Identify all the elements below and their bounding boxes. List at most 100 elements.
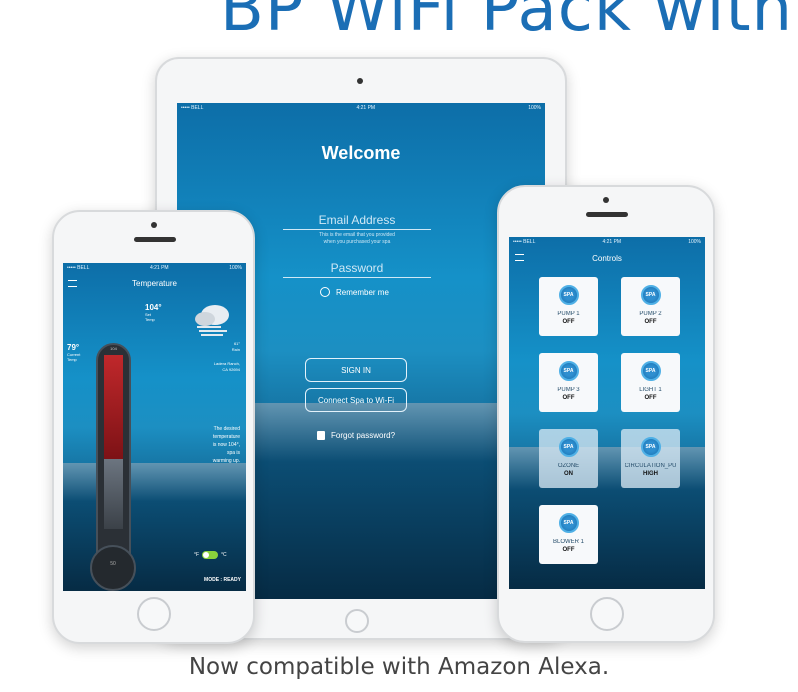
right-phone-speaker [586, 212, 628, 217]
status-time: 4:21 PM [149, 265, 169, 271]
thermometer-fill [104, 355, 123, 459]
toggle-knob [203, 552, 210, 558]
thermometer[interactable]: 104 [96, 343, 131, 573]
control-blower-1[interactable]: SPA BLOWER 1 OFF [539, 505, 598, 564]
spa-icon: SPA [558, 361, 579, 381]
password-field[interactable]: Password [283, 261, 431, 278]
left-phone-screen: ••••• BELL 4:21 PM 100% Temperature 104 … [63, 263, 246, 591]
tablet-camera [357, 78, 363, 84]
spa-icon: SPA [558, 437, 579, 457]
desired-temp-message: The desired temperature is now 104°, spa… [213, 425, 240, 465]
control-name: OZONE [557, 463, 580, 469]
toggle-switch[interactable] [202, 551, 219, 559]
cloud-icon [191, 299, 235, 337]
message-line: temperature [213, 434, 240, 440]
set-temp-label: Temp [145, 317, 155, 322]
spa-icon: SPA [640, 437, 661, 457]
email-hint-line: This is the email that you provided [319, 232, 395, 238]
control-light-1[interactable]: SPA LIGHT 1 OFF [621, 353, 680, 412]
message-line: The desired [213, 426, 240, 432]
caption: Now compatible with Amazon Alexa. [188, 654, 610, 680]
tablet-home-button[interactable] [345, 609, 369, 633]
status-carrier: ••••• BELL [513, 239, 536, 245]
message-line: spa is [226, 450, 240, 456]
header-title: BP WiFi Pack with Sp [220, 0, 798, 46]
thermometer-bulb: 50 [90, 545, 136, 591]
fahrenheit-icon: °F [194, 552, 200, 558]
spa-icon: SPA [640, 285, 661, 305]
thermometer-top-tick: 104 [110, 346, 117, 351]
right-status-bar: ••••• BELL 4:21 PM 100% [509, 237, 705, 247]
weather-info: 61° Rain [232, 341, 240, 353]
control-name: LIGHT 1 [639, 387, 662, 393]
spa-icon: SPA [558, 513, 579, 533]
temperature-title: Temperature [132, 279, 177, 288]
mode-toggle[interactable]: °F °C [194, 550, 230, 560]
weather-label: Rain [231, 347, 240, 352]
status-battery: 100% [229, 265, 242, 271]
spa-icon: SPA [558, 285, 579, 305]
remember-me[interactable]: Remember me [320, 287, 389, 297]
control-state: OFF [562, 395, 575, 401]
control-state: OFF [644, 319, 657, 325]
left-phone-speaker [134, 237, 176, 242]
set-temp-value: 104° [145, 303, 162, 312]
control-ozone[interactable]: SPA OZONE ON [539, 429, 598, 488]
thermometer-bottom-tick: 50 [110, 561, 116, 567]
mode-status: MODE : READY [204, 577, 241, 583]
left-phone-home-button[interactable] [137, 597, 171, 631]
status-carrier: ••••• BELL [67, 265, 90, 271]
sign-in-button[interactable]: SIGN IN [305, 358, 407, 382]
tablet-status-bar: ••••• BELL 4:21 PM 100% [177, 103, 545, 113]
celsius-icon: °C [221, 552, 227, 558]
location: Ladera Ranch, CA 92694 [214, 361, 240, 373]
thermometer-cold [104, 459, 123, 529]
control-circulation-pump[interactable]: SPA CIRCULATION_PU HIGH [621, 429, 680, 488]
control-name: PUMP 2 [639, 311, 662, 317]
status-time: 4:21 PM [356, 105, 376, 111]
status-carrier: ••••• BELL [181, 105, 204, 111]
remember-me-label: Remember me [336, 287, 389, 297]
control-pump-2[interactable]: SPA PUMP 2 OFF [621, 277, 680, 336]
message-line: warming up. [212, 458, 240, 464]
status-time: 4:21 PM [602, 239, 622, 245]
forgot-password-link[interactable]: Forgot password? [317, 431, 395, 440]
control-name: PUMP 3 [557, 387, 580, 393]
right-phone-home-button[interactable] [590, 597, 624, 631]
control-state: OFF [644, 395, 657, 401]
welcome-title: Welcome [321, 143, 401, 163]
control-state: OFF [562, 547, 575, 553]
current-temp: 79° Current Temp [67, 343, 80, 362]
control-pump-3[interactable]: SPA PUMP 3 OFF [539, 353, 598, 412]
forgot-password-label: Forgot password? [331, 431, 396, 440]
controls-title: Controls [592, 254, 622, 263]
status-battery: 100% [528, 105, 541, 111]
spa-icon: SPA [640, 361, 661, 381]
control-state: HIGH [643, 471, 658, 477]
control-name: CIRCULATION_PU [624, 463, 677, 469]
control-name: PUMP 1 [557, 311, 580, 317]
message-line: is now 104°, [212, 442, 240, 448]
current-temp-label: Temp [67, 357, 77, 362]
left-phone-camera [151, 222, 157, 228]
current-temp-value: 79° [67, 343, 80, 352]
control-state: OFF [562, 319, 575, 325]
right-phone-device: ••••• BELL 4:21 PM 100% Controls SPA PUM… [497, 185, 715, 643]
control-state: ON [564, 471, 573, 477]
right-phone-screen: ••••• BELL 4:21 PM 100% Controls SPA PUM… [509, 237, 705, 589]
email-hint: This is the email that you provided when… [283, 232, 431, 246]
connect-spa-button[interactable]: Connect Spa to Wi-Fi [305, 388, 407, 412]
left-status-bar: ••••• BELL 4:21 PM 100% [63, 263, 246, 273]
remember-radio-icon[interactable] [320, 287, 330, 297]
control-name: BLOWER 1 [552, 539, 584, 545]
status-battery: 100% [688, 239, 701, 245]
control-pump-1[interactable]: SPA PUMP 1 OFF [539, 277, 598, 336]
location-line: CA 92694 [222, 367, 240, 372]
marketing-image: BP WiFi Pack with Sp ••••• BELL 4:21 PM … [0, 0, 798, 692]
set-temp: 104° Set Temp [145, 303, 162, 322]
left-phone-device: ••••• BELL 4:21 PM 100% Temperature 104 … [52, 210, 255, 644]
email-field[interactable]: Email Address [283, 213, 431, 230]
email-hint-line: when you purchased your spa [323, 239, 391, 245]
lock-icon [317, 431, 325, 440]
right-phone-camera [603, 197, 609, 203]
